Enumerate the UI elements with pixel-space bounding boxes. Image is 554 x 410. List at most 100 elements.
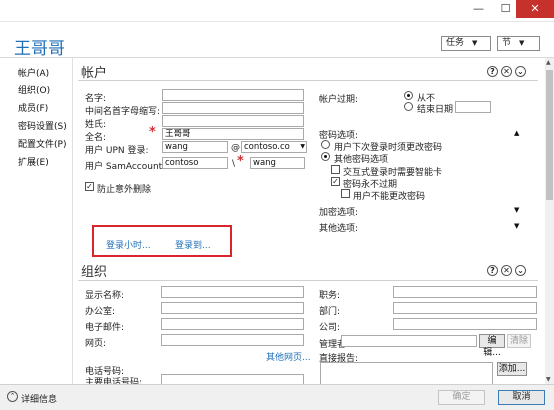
expand-more-icon[interactable]: ⌄ bbox=[515, 265, 526, 276]
upn-domain-value: contoso.co bbox=[244, 142, 290, 152]
help-icon[interactable]: ? bbox=[487, 66, 498, 77]
help-icon[interactable]: ? bbox=[487, 265, 498, 276]
cancel-button[interactable]: 取消 bbox=[498, 390, 545, 405]
initials-input[interactable] bbox=[162, 102, 304, 114]
add-direct-report-button[interactable]: 添加... bbox=[497, 362, 527, 376]
nav-item-member-of[interactable]: 成员(F) bbox=[18, 101, 48, 114]
upn-user-input[interactable]: wang bbox=[162, 141, 228, 153]
company-input[interactable] bbox=[393, 318, 537, 330]
section-nav: 帐户(A) 组织(O) 成员(F) 密码设置(S) 配置文件(P) 扩展(E) bbox=[0, 58, 73, 384]
sam-label: 用户 SamAccount... bbox=[85, 162, 171, 172]
scroll-down-icon[interactable]: ▼ bbox=[546, 376, 551, 383]
company-label: 公司: bbox=[319, 323, 341, 333]
display-name-label: 显示名称: bbox=[85, 291, 125, 301]
nav-item-password-settings[interactable]: 密码设置(S) bbox=[18, 119, 67, 132]
account-section-controls: ? ✕ ⌄ bbox=[487, 66, 526, 77]
nav-item-account[interactable]: 帐户(A) bbox=[18, 66, 49, 79]
cannot-change-password-label: 用户不能更改密码 bbox=[353, 192, 426, 202]
smart-card-checkbox[interactable] bbox=[331, 165, 340, 174]
tasks-dropdown-label: 任务 bbox=[446, 38, 465, 48]
web-page-label: 网页: bbox=[85, 339, 107, 349]
cannot-change-password-checkbox[interactable] bbox=[341, 189, 350, 198]
nav-item-extensions[interactable]: 扩展(E) bbox=[18, 155, 49, 168]
maximize-button[interactable]: ☐ bbox=[492, 0, 519, 18]
required-star-icon: * bbox=[237, 154, 244, 169]
page-title: 王哥哥 bbox=[14, 39, 65, 59]
office-label: 办公室: bbox=[85, 307, 116, 317]
last-name-label: 姓氏: bbox=[85, 120, 107, 130]
other-password-options-label: 其他密码选项 bbox=[334, 155, 389, 165]
close-window-button[interactable]: ✕ bbox=[516, 0, 554, 18]
password-never-expires-checkbox[interactable]: ✓ bbox=[331, 177, 340, 186]
job-title-input[interactable] bbox=[393, 286, 537, 298]
sections-dropdown[interactable]: 节 ▼ bbox=[497, 36, 540, 51]
must-change-password-radio[interactable] bbox=[321, 140, 330, 149]
organization-section-title: 组织 bbox=[81, 265, 108, 280]
organization-section-divider bbox=[78, 280, 538, 281]
ok-button[interactable]: 确定 bbox=[438, 390, 485, 405]
expires-end-date-label: 结束日期 bbox=[417, 105, 454, 115]
other-password-options-radio[interactable] bbox=[321, 152, 330, 161]
department-input[interactable] bbox=[393, 302, 537, 314]
expand-more-icon[interactable]: ⌄ bbox=[515, 66, 526, 77]
chevron-down-icon: ▼ bbox=[300, 143, 305, 150]
dialog-footer: ⌃ 详细信息 确定 取消 bbox=[0, 384, 554, 410]
vertical-scrollbar[interactable]: ▲ ▼ bbox=[545, 58, 554, 384]
sam-user-input[interactable]: wang bbox=[250, 157, 305, 169]
upn-at-sign: @ bbox=[231, 143, 240, 153]
upn-domain-select[interactable]: contoso.co ▼ bbox=[241, 141, 307, 153]
edit-manager-button[interactable]: 编辑... bbox=[479, 334, 505, 358]
job-title-label: 职务: bbox=[319, 291, 341, 301]
details-content: 帐户 ? ✕ ⌄ 名字: 中间名首字母缩写: 姓氏: 全名: * 王哥哥 用户 … bbox=[73, 58, 545, 384]
nav-item-organization[interactable]: 组织(O) bbox=[18, 83, 50, 96]
last-name-input[interactable] bbox=[162, 115, 304, 127]
upn-label: 用户 UPN 登录: bbox=[85, 146, 149, 156]
main-phone-input[interactable] bbox=[161, 374, 304, 384]
tasks-dropdown[interactable]: 任务 ▼ bbox=[441, 36, 491, 51]
account-section-divider bbox=[78, 80, 538, 81]
sam-separator: \ bbox=[232, 159, 236, 169]
full-name-label: 全名: bbox=[85, 133, 107, 143]
first-name-input[interactable] bbox=[162, 89, 304, 101]
nav-item-profile[interactable]: 配置文件(P) bbox=[18, 137, 66, 150]
chevron-down-icon: ▼ bbox=[472, 39, 478, 47]
other-web-pages-link[interactable]: 其他网页... bbox=[266, 350, 311, 363]
minimize-button[interactable]: — bbox=[465, 0, 492, 18]
collapse-section-icon[interactable]: ✕ bbox=[501, 66, 512, 77]
chevron-up-icon[interactable]: ⌃ bbox=[7, 391, 18, 402]
expires-end-date-radio[interactable] bbox=[404, 102, 413, 111]
email-label: 电子邮件: bbox=[85, 323, 125, 333]
collapse-triangle-icon[interactable]: ▲ bbox=[514, 129, 519, 137]
expand-triangle-icon[interactable]: ▼ bbox=[514, 206, 519, 214]
expiry-date-input[interactable] bbox=[455, 101, 491, 113]
main-phone-label: 主要电话号码: bbox=[85, 378, 143, 384]
scrollbar-thumb[interactable] bbox=[546, 70, 553, 200]
office-input[interactable] bbox=[161, 302, 304, 314]
initials-label: 中间名首字母缩写: bbox=[85, 107, 161, 117]
sections-dropdown-label: 节 bbox=[502, 38, 512, 48]
display-name-input[interactable] bbox=[161, 286, 304, 298]
email-input[interactable] bbox=[161, 318, 304, 330]
full-name-input[interactable]: 王哥哥 bbox=[162, 128, 304, 140]
other-options-label: 其他选项: bbox=[319, 224, 359, 234]
more-info-toggle[interactable]: 详细信息 bbox=[21, 392, 57, 405]
dialog-header: 王哥哥 任务 ▼ 节 ▼ bbox=[0, 22, 554, 59]
encryption-options-label: 加密选项: bbox=[319, 208, 359, 218]
organization-section-controls: ? ✕ ⌄ bbox=[487, 265, 526, 276]
department-label: 部门: bbox=[319, 307, 341, 317]
expand-triangle-icon[interactable]: ▼ bbox=[514, 222, 519, 230]
clear-manager-button[interactable]: 清除 bbox=[507, 334, 531, 348]
web-page-input[interactable] bbox=[161, 334, 304, 346]
direct-reports-list[interactable] bbox=[320, 362, 493, 384]
sam-domain-input[interactable]: contoso bbox=[162, 157, 228, 169]
account-section-title: 帐户 bbox=[81, 66, 108, 81]
manager-input[interactable] bbox=[341, 335, 477, 347]
highlight-box bbox=[92, 225, 232, 257]
protect-deletion-label: 防止意外删除 bbox=[97, 185, 152, 195]
window-titlebar: — ☐ ✕ bbox=[0, 0, 554, 22]
scroll-up-icon[interactable]: ▲ bbox=[546, 59, 551, 66]
account-expires-label: 帐户过期: bbox=[319, 95, 359, 105]
collapse-section-icon[interactable]: ✕ bbox=[501, 265, 512, 276]
protect-deletion-checkbox[interactable]: ✓ bbox=[85, 182, 94, 191]
expires-never-radio[interactable] bbox=[404, 91, 413, 100]
